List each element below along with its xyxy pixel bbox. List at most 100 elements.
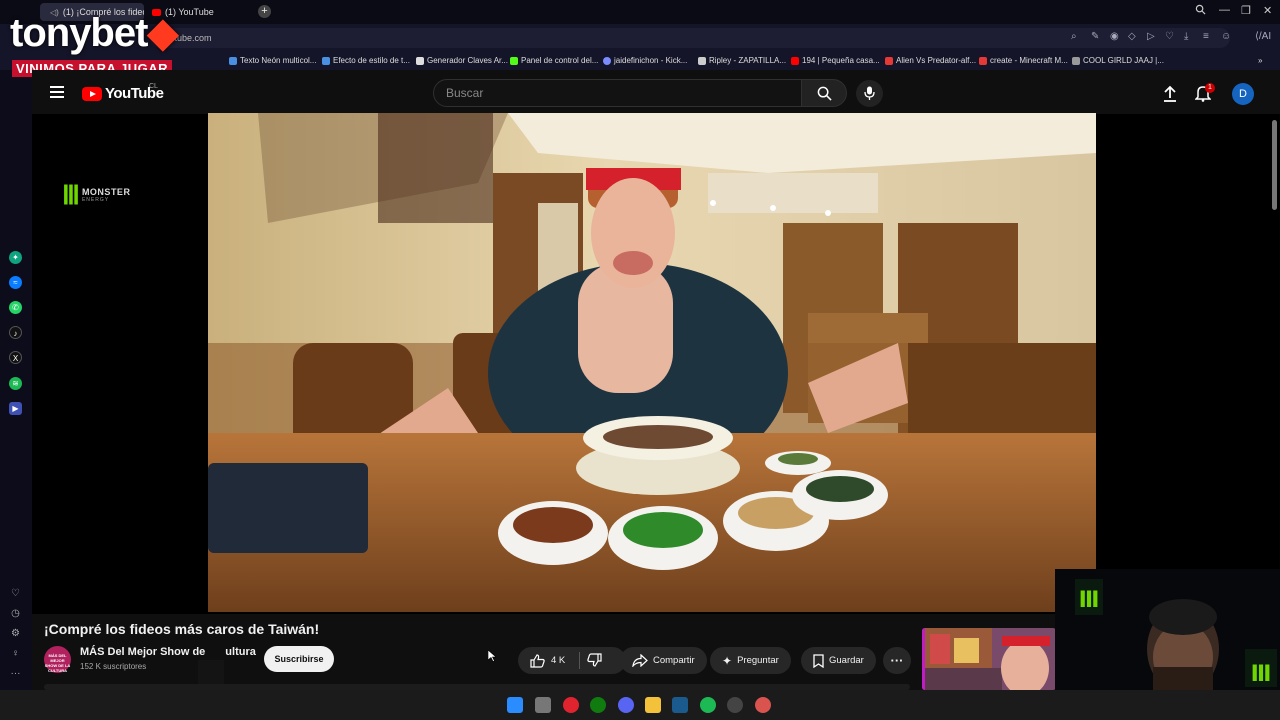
- more-bookmarks-icon[interactable]: »: [1258, 56, 1262, 65]
- x-icon[interactable]: X: [9, 351, 22, 364]
- windows-start-icon[interactable]: [507, 697, 523, 713]
- hamburger-menu-icon[interactable]: [50, 86, 64, 98]
- bookmark-icon: [813, 653, 824, 668]
- dislike-button[interactable]: [587, 653, 602, 672]
- microphone-icon: [864, 86, 875, 100]
- save-button[interactable]: Guardar: [801, 647, 876, 674]
- subscribe-button[interactable]: Suscribirse: [264, 646, 334, 672]
- ask-label: Preguntar: [737, 655, 779, 666]
- search-input[interactable]: Buscar: [433, 79, 802, 107]
- menu-lines-icon[interactable]: ≡: [1203, 31, 1209, 42]
- bookmark-item[interactable]: Panel de control del...: [510, 56, 598, 65]
- search-tabs-icon[interactable]: [1195, 4, 1206, 18]
- steam-icon[interactable]: [672, 697, 688, 713]
- download-icon[interactable]: ⤓: [1184, 31, 1188, 42]
- webcam-image: Ⅲ Ⅲ: [1055, 569, 1280, 690]
- shield-icon[interactable]: ◇: [1128, 31, 1136, 42]
- recommended-video-thumbnail[interactable]: [922, 628, 1056, 690]
- share-button[interactable]: Compartir: [620, 647, 707, 674]
- youtube-favicon-icon: [791, 56, 799, 65]
- bookmark-item[interactable]: Efecto de estilo de t...: [322, 56, 410, 65]
- mouse-cursor-icon: [487, 649, 497, 667]
- task-view-icon[interactable]: [535, 697, 551, 713]
- file-explorer-icon[interactable]: [645, 697, 661, 713]
- voice-search-button[interactable]: [856, 80, 883, 107]
- sparkle-icon: ✦: [722, 653, 733, 668]
- minimize-icon[interactable]: —: [1219, 4, 1230, 16]
- more-actions-button[interactable]: ···: [883, 647, 911, 674]
- channel-avatar[interactable]: MÁS DEL MEJOR SHOW DE LA CULTURA: [44, 646, 71, 673]
- bookmark-favicon-icon: [416, 56, 424, 65]
- whatsapp-icon[interactable]: ✆: [9, 301, 22, 314]
- bookmark-item[interactable]: Generador Claves Ar...: [416, 56, 508, 65]
- heart-icon[interactable]: ♡: [1165, 31, 1174, 42]
- address-bar[interactable]: youtube.com: [150, 28, 1230, 48]
- like-dislike-group: 4 K: [518, 647, 626, 674]
- discord-icon[interactable]: [618, 697, 634, 713]
- youtube-play-icon: [82, 86, 102, 101]
- bookmark-favicon-icon: [698, 56, 706, 65]
- streamer-webcam: Ⅲ Ⅲ: [1055, 569, 1280, 690]
- chatgpt-icon[interactable]: ✦: [9, 251, 22, 264]
- bookmark-item[interactable]: Alien Vs Predator-alf...: [885, 56, 976, 65]
- bookmark-label: Alien Vs Predator-alf...: [896, 56, 977, 65]
- camera-icon[interactable]: ◉: [1110, 31, 1119, 42]
- xbox-icon[interactable]: [590, 697, 606, 713]
- like-divider: [579, 652, 580, 669]
- page-scrollbar[interactable]: [1272, 120, 1277, 210]
- ai-icon[interactable]: ⟨/AI: [1255, 31, 1271, 42]
- opera-gx-icon[interactable]: [563, 697, 579, 713]
- monster-claw-icon: Ⅲ: [62, 180, 80, 210]
- ask-button[interactable]: ✦ Preguntar: [710, 647, 791, 674]
- share-label: Compartir: [653, 655, 695, 666]
- zoom-icon[interactable]: ⌕: [1071, 31, 1077, 42]
- search-button[interactable]: [801, 79, 847, 107]
- player-icon[interactable]: ▶: [9, 402, 22, 415]
- obs-icon[interactable]: [727, 697, 743, 713]
- edit-icon[interactable]: ✎: [1091, 31, 1099, 42]
- spotify-icon[interactable]: ≋: [9, 377, 22, 390]
- bookmark-item[interactable]: Ripley - ZAPATILLA...: [698, 56, 786, 65]
- bookmark-item[interactable]: Texto Neón multicol...: [229, 56, 316, 65]
- bookmark-label: 194 | Pequeña casa...: [802, 56, 880, 65]
- tonybet-logo: tonybet◆: [10, 10, 178, 56]
- tonybet-logo-text: tonybet: [10, 11, 148, 55]
- browser-tab-bar: ◁) (1) ¡Compré los fideos (1) YouTube + …: [0, 0, 1280, 24]
- bookmark-item[interactable]: create - Minecraft M...: [979, 56, 1068, 65]
- like-button[interactable]: 4 K: [530, 653, 566, 668]
- save-label: Guardar: [829, 655, 864, 666]
- messenger-icon[interactable]: ≈: [9, 276, 22, 289]
- bookmark-item[interactable]: COOL GIRLD JAAJ |...: [1072, 56, 1164, 65]
- app-icon[interactable]: [755, 697, 771, 713]
- new-tab-button[interactable]: +: [258, 5, 271, 18]
- channel-name-text: MÁS Del Mejor Show de: [80, 646, 206, 658]
- heart-icon[interactable]: ♡: [10, 588, 21, 599]
- region-code: CL: [149, 83, 158, 90]
- account-avatar[interactable]: D: [1232, 83, 1254, 105]
- play-icon[interactable]: ▷: [1147, 31, 1155, 42]
- bookmarks-bar: Texto Neón multicol... Efecto de estilo …: [0, 52, 1280, 70]
- restore-icon[interactable]: ❐: [1241, 4, 1251, 17]
- thumbnail-image: [922, 628, 1056, 690]
- history-icon[interactable]: ◷: [10, 608, 21, 619]
- sponsor-sub: ENERGY: [81, 197, 110, 203]
- video-player[interactable]: [208, 113, 1096, 612]
- bookmark-label: create - Minecraft M...: [990, 56, 1068, 65]
- close-icon[interactable]: ✕: [1263, 4, 1272, 17]
- channel-name[interactable]: MÁS Del Mejor Show de ultura: [80, 646, 256, 658]
- like-count: 4 K: [551, 655, 566, 666]
- bookmark-item[interactable]: 194 | Pequeña casa...: [791, 56, 880, 65]
- bookmark-label: Panel de control del...: [521, 56, 599, 65]
- tiktok-icon[interactable]: ♪: [9, 326, 22, 339]
- bookmark-favicon-icon: [229, 56, 237, 65]
- spotify-icon[interactable]: [700, 697, 716, 713]
- more-icon[interactable]: ···: [10, 668, 21, 679]
- tips-icon[interactable]: ♀: [10, 648, 21, 659]
- settings-icon[interactable]: ⚙: [10, 628, 21, 639]
- bookmark-item[interactable]: jaidefinichon - Kick...: [603, 56, 687, 65]
- profile-icon[interactable]: ☺: [1221, 31, 1231, 42]
- video-title: ¡Compré los fideos más caros de Taiwán!: [44, 621, 320, 637]
- upload-icon[interactable]: [1162, 85, 1178, 108]
- bookmark-favicon-icon: [885, 56, 893, 65]
- svg-text:Ⅲ: Ⅲ: [1079, 588, 1100, 613]
